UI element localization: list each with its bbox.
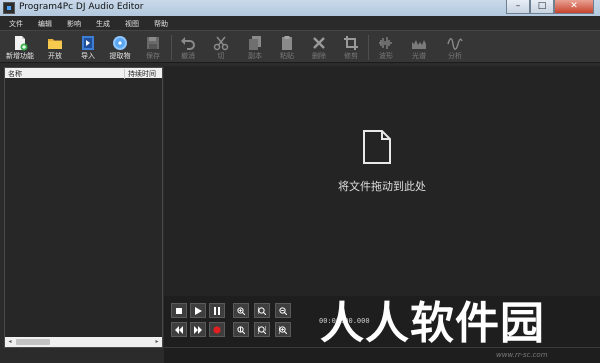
zoom-full-icon xyxy=(279,326,287,334)
copy-label: 副本 xyxy=(248,52,262,60)
scroll-right-icon[interactable]: ▸ xyxy=(152,337,162,347)
stop-button[interactable] xyxy=(171,303,187,318)
toolbar: 新增功能 开放 导入 提取物 保存 撤消 切 副本 粘贴 删除 修剪 波形 光谱… xyxy=(0,30,600,63)
save-button[interactable]: 保存 xyxy=(138,34,168,63)
delete-label: 删除 xyxy=(312,52,326,60)
zoom-vertical-icon xyxy=(237,326,245,334)
cut-button[interactable]: 切 xyxy=(206,34,236,63)
save-icon xyxy=(147,37,159,49)
zoom-fit-button[interactable] xyxy=(254,322,270,337)
paste-label: 粘贴 xyxy=(280,52,294,60)
copy-button[interactable]: 副本 xyxy=(240,34,270,63)
cut-label: 切 xyxy=(217,52,225,60)
open-label: 开放 xyxy=(48,52,62,60)
fast-forward-icon xyxy=(194,326,202,334)
close-button[interactable]: ✕ xyxy=(554,0,594,14)
pause-icon xyxy=(214,307,220,315)
folder-icon xyxy=(48,39,62,49)
scroll-left-icon[interactable]: ◂ xyxy=(5,337,15,347)
menu-bar: 文件 编辑 影响 生成 视图 帮助 xyxy=(0,16,600,30)
column-name[interactable]: 名称 xyxy=(8,69,22,79)
zoom-in-icon xyxy=(237,307,245,315)
fast-forward-button[interactable] xyxy=(190,322,206,337)
window-controls: – □ ✕ xyxy=(506,0,594,16)
drop-hint-text: 将文件拖动到此处 xyxy=(338,180,426,193)
spectrum-icon xyxy=(412,40,426,49)
disc-icon xyxy=(113,36,127,50)
pause-button[interactable] xyxy=(209,303,225,318)
delete-button[interactable]: 删除 xyxy=(304,34,334,63)
extract-button[interactable]: 提取物 xyxy=(105,34,135,63)
waveform-icon xyxy=(379,37,392,49)
sine-wave-icon xyxy=(447,38,463,50)
x-icon xyxy=(313,37,325,49)
analyze-label: 分析 xyxy=(448,52,462,60)
open-button[interactable]: 开放 xyxy=(40,34,70,63)
new-project-button[interactable]: 新增功能 xyxy=(5,34,35,63)
menu-file[interactable]: 文件 xyxy=(0,16,29,30)
undo-button[interactable]: 撤消 xyxy=(173,34,203,63)
extract-label: 提取物 xyxy=(109,52,131,60)
file-list-header: 名称 持续时间 xyxy=(5,68,162,79)
minimize-button[interactable]: – xyxy=(506,0,530,14)
stop-icon xyxy=(176,308,182,314)
column-duration[interactable]: 持续时间 xyxy=(124,69,156,79)
analyze-button[interactable]: 分析 xyxy=(440,34,470,63)
import-button[interactable]: 导入 xyxy=(73,34,103,63)
zoom-full-button[interactable] xyxy=(275,322,291,337)
new-project-label: 新增功能 xyxy=(6,52,34,60)
zoom-out-icon xyxy=(279,307,287,315)
record-button[interactable] xyxy=(209,322,225,337)
title-bar: Program4Pc DJ Audio Editor – □ ✕ xyxy=(0,0,600,16)
scrollbar-thumb[interactable] xyxy=(16,339,50,345)
zoom-vertical-in-button[interactable] xyxy=(233,322,249,337)
record-icon xyxy=(213,326,221,334)
waveform-label: 波形 xyxy=(379,52,393,60)
new-file-icon xyxy=(15,36,28,51)
zoom-fit-icon xyxy=(258,326,266,334)
zoom-in-button[interactable] xyxy=(233,303,249,318)
waveform-button[interactable]: 波形 xyxy=(371,34,401,63)
watermark-text: 人人软件园 xyxy=(320,298,545,349)
window-title: Program4Pc DJ Audio Editor xyxy=(19,2,144,12)
menu-effects[interactable]: 影响 xyxy=(58,16,87,30)
undo-icon xyxy=(181,37,195,50)
menu-generate[interactable]: 生成 xyxy=(87,16,116,30)
play-icon xyxy=(195,307,202,315)
menu-view[interactable]: 视图 xyxy=(116,16,145,30)
file-list-panel[interactable]: 名称 持续时间 ◂ ▸ xyxy=(4,67,163,348)
crop-icon xyxy=(344,36,358,50)
scissors-icon xyxy=(213,36,229,51)
spectrum-label: 光谱 xyxy=(412,52,426,60)
menu-edit[interactable]: 编辑 xyxy=(29,16,58,30)
zoom-out-button[interactable] xyxy=(275,303,291,318)
trim-label: 修剪 xyxy=(344,52,358,60)
toolbar-separator xyxy=(368,35,369,60)
menu-help[interactable]: 帮助 xyxy=(145,16,174,30)
zoom-selection-button[interactable] xyxy=(254,303,270,318)
play-button[interactable] xyxy=(190,303,206,318)
horizontal-scrollbar[interactable]: ◂ ▸ xyxy=(5,337,162,347)
zoom-selection-icon xyxy=(258,307,266,315)
app-icon xyxy=(3,2,15,14)
rewind-button[interactable] xyxy=(171,322,187,337)
toolbar-separator xyxy=(171,35,172,60)
clipboard-icon xyxy=(282,36,292,50)
file-icon xyxy=(363,130,391,164)
import-icon xyxy=(82,36,94,50)
rewind-icon xyxy=(175,326,183,334)
undo-label: 撤消 xyxy=(181,52,195,60)
maximize-button[interactable]: □ xyxy=(530,0,554,14)
save-label: 保存 xyxy=(146,52,160,60)
trim-button[interactable]: 修剪 xyxy=(336,34,366,63)
watermark-url: www.rr-sc.com xyxy=(496,351,548,359)
drop-zone[interactable]: 将文件拖动到此处 xyxy=(164,66,600,296)
import-label: 导入 xyxy=(81,52,95,60)
copy-icon xyxy=(249,36,261,50)
spectrum-button[interactable]: 光谱 xyxy=(404,34,434,63)
paste-button[interactable]: 粘贴 xyxy=(272,34,302,63)
